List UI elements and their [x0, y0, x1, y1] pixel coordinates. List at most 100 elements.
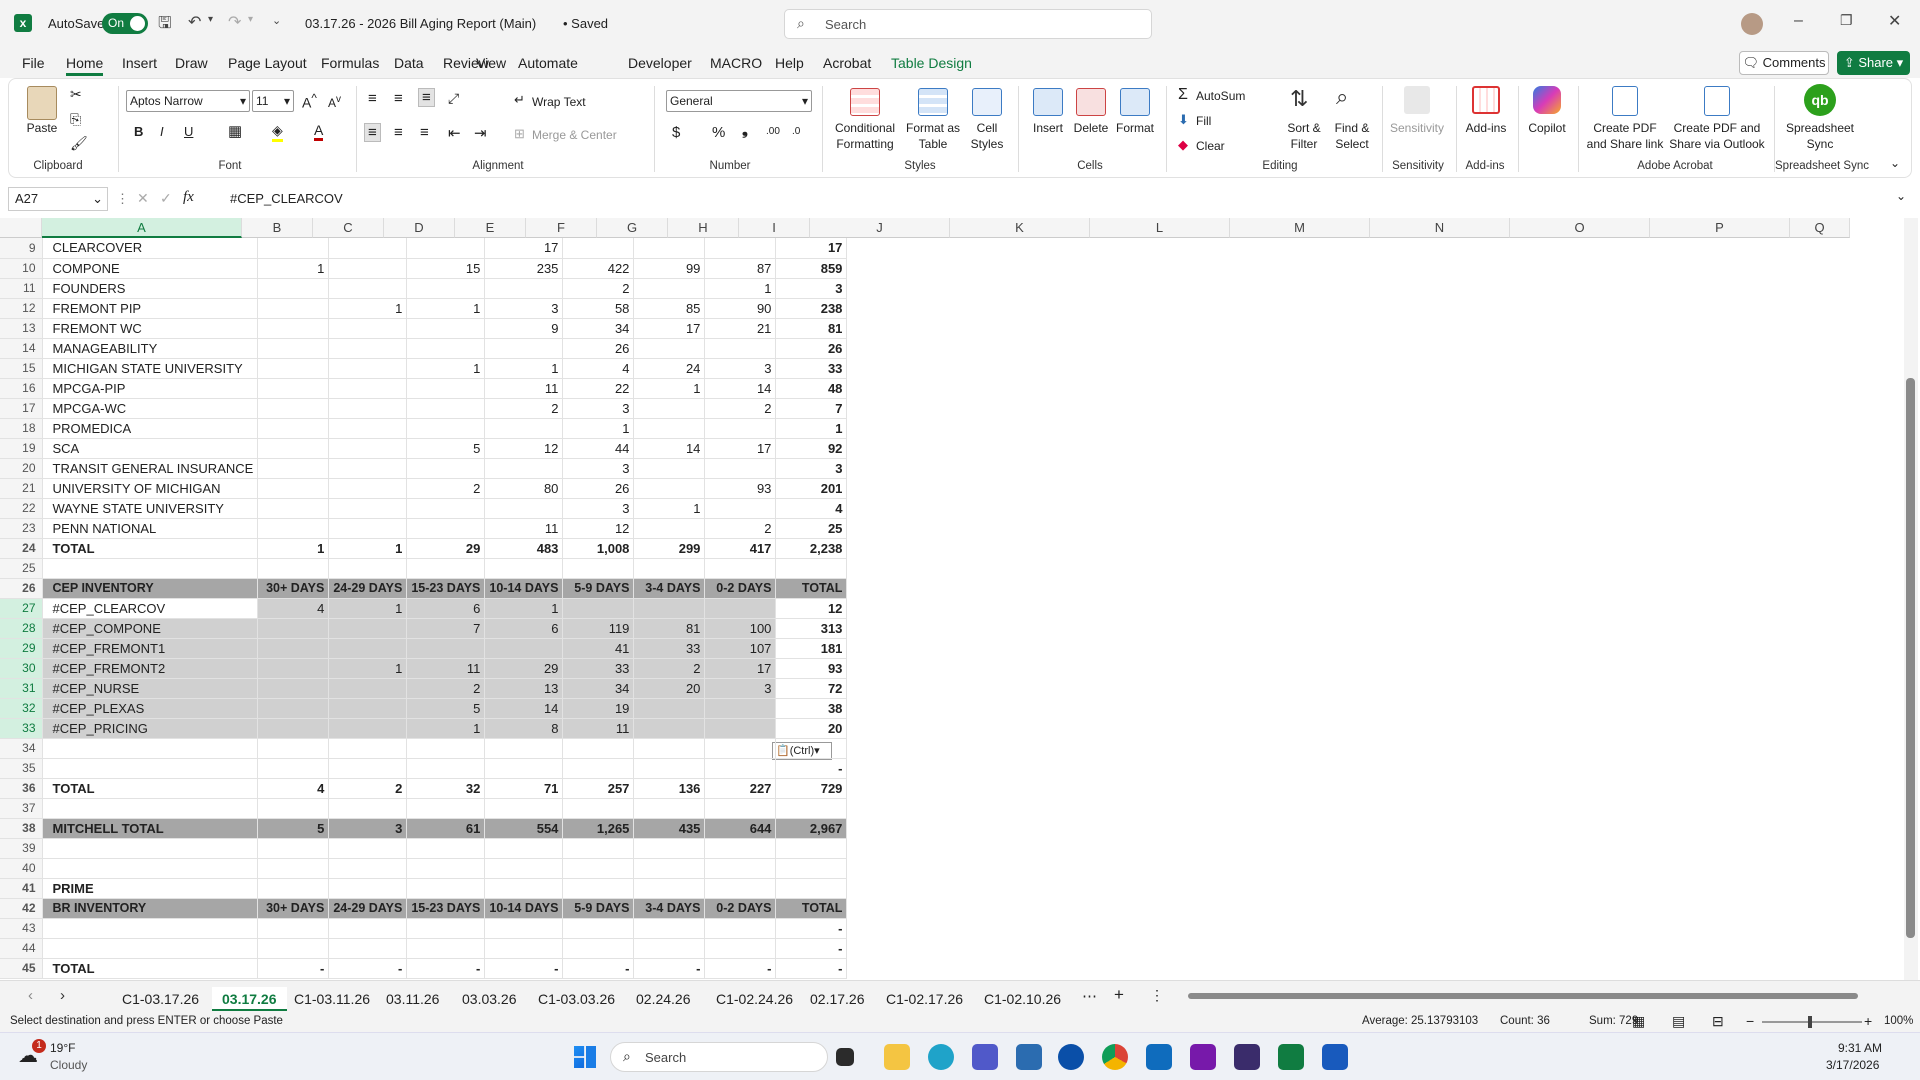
- value-cell[interactable]: [562, 758, 635, 779]
- value-cell[interactable]: [633, 838, 706, 859]
- value-cell[interactable]: 99: [633, 258, 706, 279]
- value-cell[interactable]: [484, 758, 564, 779]
- decrease-indent-icon[interactable]: ⇤: [448, 124, 461, 142]
- value-cell[interactable]: [633, 798, 706, 819]
- value-cell[interactable]: [633, 418, 706, 439]
- row-header[interactable]: 37: [0, 798, 43, 819]
- row-label-cell[interactable]: [42, 938, 259, 959]
- insert-cells-icon[interactable]: [1033, 88, 1063, 116]
- value-cell[interactable]: 87: [704, 258, 777, 279]
- value-cell[interactable]: 5-9 DAYS: [562, 898, 635, 919]
- value-cell[interactable]: 20: [775, 718, 848, 739]
- value-cell[interactable]: 30+ DAYS: [257, 898, 330, 919]
- value-cell[interactable]: [328, 858, 408, 879]
- value-cell[interactable]: [328, 238, 408, 259]
- value-cell[interactable]: [328, 378, 408, 399]
- value-cell[interactable]: 201: [775, 478, 848, 499]
- table-row[interactable]: 11 FOUNDERS 2 1 3: [0, 278, 848, 299]
- row-header[interactable]: 21: [0, 478, 43, 499]
- value-cell[interactable]: [257, 458, 330, 479]
- cell-styles-icon[interactable]: [972, 88, 1002, 116]
- decrease-decimal-icon[interactable]: .0: [792, 126, 800, 137]
- value-cell[interactable]: 15: [406, 258, 486, 279]
- value-cell[interactable]: 107: [704, 638, 777, 659]
- value-cell[interactable]: [562, 838, 635, 859]
- value-cell[interactable]: 3: [704, 358, 777, 379]
- spreadsheet-sync-icon[interactable]: qb: [1804, 84, 1836, 116]
- save-icon[interactable]: 🖫: [158, 12, 172, 39]
- fill-color-icon[interactable]: ◈: [272, 122, 283, 142]
- table-row[interactable]: 44 -: [0, 938, 848, 959]
- row-label-cell[interactable]: #CEP_NURSE: [42, 678, 259, 699]
- sheet-tab[interactable]: 02.17.26: [800, 987, 875, 1011]
- orientation-icon[interactable]: ⤢: [448, 90, 459, 107]
- value-cell[interactable]: TOTAL: [775, 898, 848, 919]
- sheet-tab-active[interactable]: 03.17.26: [212, 987, 287, 1011]
- column-header-p[interactable]: P: [1650, 218, 1790, 238]
- row-label-cell[interactable]: TOTAL: [42, 778, 259, 799]
- row-header[interactable]: 26: [0, 578, 43, 599]
- table-row[interactable]: 26 CEP INVENTORY 30+ DAYS 24-29 DAYS 15-23 D…: [0, 578, 848, 599]
- zoom-slider[interactable]: [1762, 1016, 1862, 1028]
- delete-label[interactable]: Delete: [1068, 120, 1114, 136]
- value-cell[interactable]: [257, 398, 330, 419]
- status-sum[interactable]: Sum: 729: [1589, 1015, 1638, 1027]
- value-cell[interactable]: [704, 918, 777, 939]
- value-cell[interactable]: [328, 918, 408, 939]
- comma-icon[interactable]: ❟: [742, 122, 748, 139]
- row-header[interactable]: 32: [0, 698, 43, 719]
- value-cell[interactable]: 22: [562, 378, 635, 399]
- value-cell[interactable]: 554: [484, 818, 564, 839]
- document-title[interactable]: 03.17.26 - 2026 Bill Aging Report (Main): [305, 16, 536, 31]
- table-row[interactable]: 39: [0, 838, 848, 859]
- value-cell[interactable]: [562, 558, 635, 579]
- row-label-cell[interactable]: TOTAL: [42, 538, 259, 559]
- row-label-cell[interactable]: [42, 838, 259, 859]
- paste-label[interactable]: Paste: [24, 120, 60, 136]
- value-cell[interactable]: [257, 738, 330, 759]
- more-sheets-icon[interactable]: ⋯: [1082, 987, 1097, 1005]
- row-header[interactable]: 35: [0, 758, 43, 779]
- column-header-o[interactable]: O: [1510, 218, 1650, 238]
- cell-styles-label[interactable]: Cell Styles: [962, 120, 1012, 152]
- value-cell[interactable]: 17: [704, 658, 777, 679]
- value-cell[interactable]: [406, 398, 486, 419]
- value-cell[interactable]: [775, 798, 848, 819]
- search-box[interactable]: ⌕ Search: [784, 9, 1152, 39]
- value-cell[interactable]: 32: [406, 778, 486, 799]
- row-header[interactable]: 16: [0, 378, 43, 399]
- vertical-scrollbar[interactable]: [1904, 218, 1918, 982]
- value-cell[interactable]: 3-4 DAYS: [633, 898, 706, 919]
- column-header-c[interactable]: C: [313, 218, 384, 238]
- row-header[interactable]: 33: [0, 718, 43, 739]
- value-cell[interactable]: [633, 518, 706, 539]
- column-header-k[interactable]: K: [950, 218, 1090, 238]
- table-row[interactable]: 38 MITCHELL TOTAL 5 3 61 554 1,265 435 644 2,967: [0, 818, 848, 839]
- value-cell[interactable]: 3: [704, 678, 777, 699]
- value-cell[interactable]: [328, 638, 408, 659]
- value-cell[interactable]: 100: [704, 618, 777, 639]
- page-break-view-icon[interactable]: ⊟: [1712, 1013, 1724, 1030]
- value-cell[interactable]: [257, 858, 330, 879]
- value-cell[interactable]: [562, 238, 635, 259]
- column-header-j[interactable]: J: [810, 218, 950, 238]
- value-cell[interactable]: 2: [484, 398, 564, 419]
- align-left-icon[interactable]: ≡: [364, 123, 381, 142]
- value-cell[interactable]: [633, 938, 706, 959]
- sheet-tab[interactable]: C1-02.24.26: [706, 987, 803, 1011]
- value-cell[interactable]: [406, 318, 486, 339]
- customize-qat-icon[interactable]: ⌄: [272, 14, 281, 27]
- value-cell[interactable]: 14: [484, 698, 564, 719]
- file-explorer-icon[interactable]: [884, 1044, 910, 1070]
- value-cell[interactable]: [257, 338, 330, 359]
- format-cells-icon[interactable]: [1120, 88, 1150, 116]
- create-pdf-outlook-label[interactable]: Create PDF and Share via Outlook: [1664, 120, 1770, 152]
- sort-filter-label[interactable]: Sort & Filter: [1278, 120, 1330, 152]
- value-cell[interactable]: 92: [775, 438, 848, 459]
- format-label[interactable]: Format: [1112, 120, 1158, 136]
- value-cell[interactable]: 30+ DAYS: [257, 578, 330, 599]
- value-cell[interactable]: 17: [484, 238, 564, 259]
- new-sheet-icon[interactable]: +: [1114, 985, 1124, 1005]
- value-cell[interactable]: 44: [562, 438, 635, 459]
- value-cell[interactable]: [328, 278, 408, 299]
